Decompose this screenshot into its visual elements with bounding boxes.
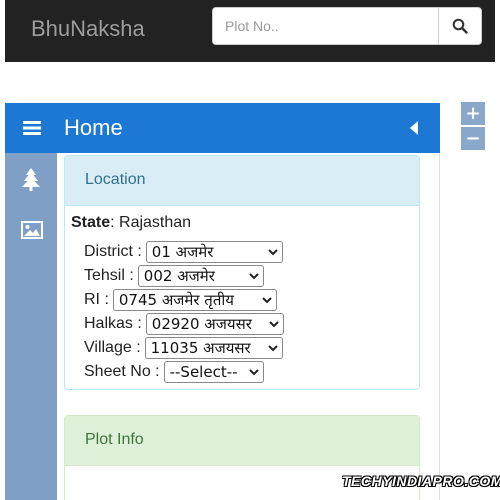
magnifier-icon — [452, 18, 468, 34]
zoom-in-button[interactable]: + — [461, 102, 485, 125]
district-value: 01 अजमेर — [151, 243, 214, 261]
plot-search-input[interactable] — [212, 7, 438, 45]
chevron-down-icon — [249, 272, 259, 279]
zoom-out-button[interactable]: − — [461, 127, 485, 150]
ri-label: RI : — [84, 291, 109, 308]
halkas-label: Halkas : — [84, 315, 142, 332]
halkas-field: Halkas : 02920 अजयसर — [84, 312, 413, 336]
sidebar-header: Home — [5, 103, 440, 153]
sidebar-icon-strip — [5, 153, 57, 500]
halkas-select[interactable]: 02920 अजयसर — [145, 313, 284, 335]
state-line: State: Rajasthan — [71, 214, 413, 232]
ri-value: 0745 अजमेर तृतीय — [118, 291, 234, 309]
zoom-controls: + − — [461, 102, 485, 150]
tehsil-select[interactable]: 002 अजमेर — [137, 265, 264, 287]
tehsil-label: Tehsil : — [84, 267, 134, 284]
tehsil-field: Tehsil : 002 अजमेर — [84, 264, 413, 288]
village-field: Village : 11035 अजयसर — [84, 336, 413, 360]
collapse-left-icon[interactable] — [409, 120, 419, 136]
state-value: : Rajasthan — [110, 214, 192, 231]
search-button[interactable] — [438, 7, 482, 45]
chevron-down-icon — [268, 248, 278, 255]
sheet-no-select[interactable]: --Select-- — [163, 361, 264, 383]
sheet-no-label: Sheet No : — [84, 363, 160, 380]
ri-field: RI : 0745 अजमेर तृतीय — [84, 288, 413, 312]
watermark-text: TECHYINDIAPRO.COM — [342, 473, 500, 489]
sidebar-content: Location State: Rajasthan District : 01 … — [57, 153, 440, 500]
chevron-down-icon — [248, 368, 259, 375]
brand-logo[interactable]: BhuNaksha — [31, 14, 145, 44]
district-field: District : 01 अजमेर — [84, 240, 413, 264]
location-panel: Location State: Rajasthan District : 01 … — [64, 155, 420, 390]
state-label: State — [71, 214, 111, 231]
sidebar-title: Home — [64, 115, 123, 140]
plot-search — [212, 7, 482, 45]
plot-info-heading[interactable]: Plot Info — [65, 416, 419, 466]
district-select[interactable]: 01 अजमेर — [145, 241, 283, 263]
sheet-no-field: Sheet No : --Select-- — [84, 360, 413, 384]
village-select[interactable]: 11035 अजयसर — [144, 337, 283, 359]
tree-icon[interactable] — [21, 167, 41, 191]
menu-icon[interactable] — [23, 120, 41, 136]
halkas-value: 02920 अजयसर — [151, 315, 252, 333]
location-panel-body: State: Rajasthan District : 01 अजमेर Teh… — [65, 206, 419, 392]
chevron-down-icon — [269, 320, 279, 327]
tehsil-value: 002 अजमेर — [143, 267, 215, 285]
image-icon[interactable] — [21, 221, 43, 239]
ri-select[interactable]: 0745 अजमेर तृतीय — [112, 289, 277, 311]
chevron-down-icon — [267, 344, 278, 351]
location-panel-heading[interactable]: Location — [65, 156, 419, 206]
chevron-down-icon — [262, 296, 272, 303]
sheet-no-value: --Select-- — [169, 363, 238, 381]
district-label: District : — [84, 243, 142, 260]
village-value: 11035 अजयसर — [150, 339, 251, 357]
village-label: Village : — [84, 339, 141, 356]
top-navbar: BhuNaksha — [5, 0, 495, 62]
